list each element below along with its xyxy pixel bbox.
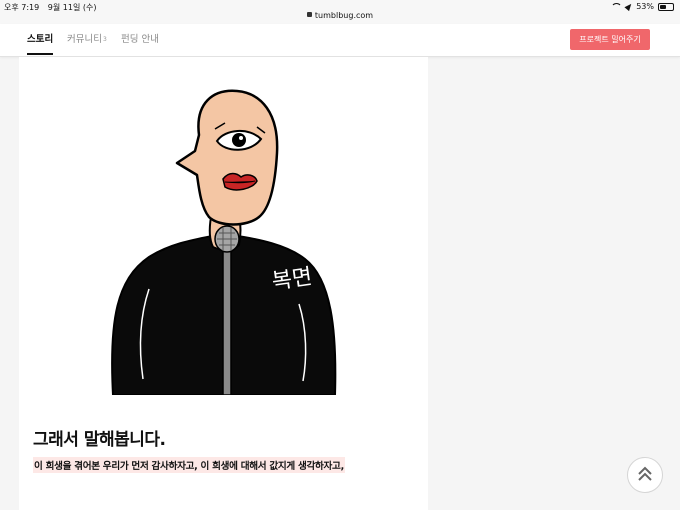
- masked-figure-illustration: 복면: [111, 89, 337, 395]
- address-bar[interactable]: tumblbug.com: [0, 11, 680, 20]
- battery-percent: 53%: [636, 2, 654, 11]
- back-project-button[interactable]: 프로젝트 밀어주기: [570, 29, 650, 50]
- tab-story[interactable]: 스토리: [27, 32, 54, 55]
- lock-icon: [306, 12, 312, 17]
- battery-fill: [660, 4, 667, 9]
- tab-story-label: 스토리: [27, 34, 54, 45]
- battery-icon: [658, 2, 674, 11]
- tab-community[interactable]: 커뮤니티3: [67, 32, 107, 55]
- double-chevron-up-icon: [638, 466, 652, 481]
- tab-funding-info-label: 펀딩 안내: [121, 34, 159, 45]
- highlighted-quote: 이 희생을 겪어본 우리가 먼저 감사하자고, 이 희생에 대해서 값지게 생각…: [33, 457, 345, 473]
- story-content: 복면 그래서 말해봅니다. 이 희생을 겪어본 우리가 먼저 감사하자고, 이 …: [19, 57, 428, 510]
- scroll-to-top-button[interactable]: [627, 457, 663, 493]
- address-url: tumblbug.com: [314, 11, 374, 20]
- status-bar: 오후 7:19 9월 11일 (수) tumblbug.com 53%: [0, 0, 680, 24]
- tab-funding-info[interactable]: 펀딩 안내: [121, 32, 159, 55]
- project-nav: 스토리 커뮤니티3 펀딩 안내 프로젝트 밀어주기: [0, 24, 680, 57]
- tab-community-label: 커뮤니티: [67, 34, 102, 45]
- tab-community-count: 3: [102, 36, 107, 43]
- status-indicators: 53%: [611, 1, 674, 12]
- wifi-icon: [611, 3, 623, 10]
- location-icon: [624, 1, 634, 12]
- story-heading: 그래서 말해봅니다.: [33, 430, 166, 450]
